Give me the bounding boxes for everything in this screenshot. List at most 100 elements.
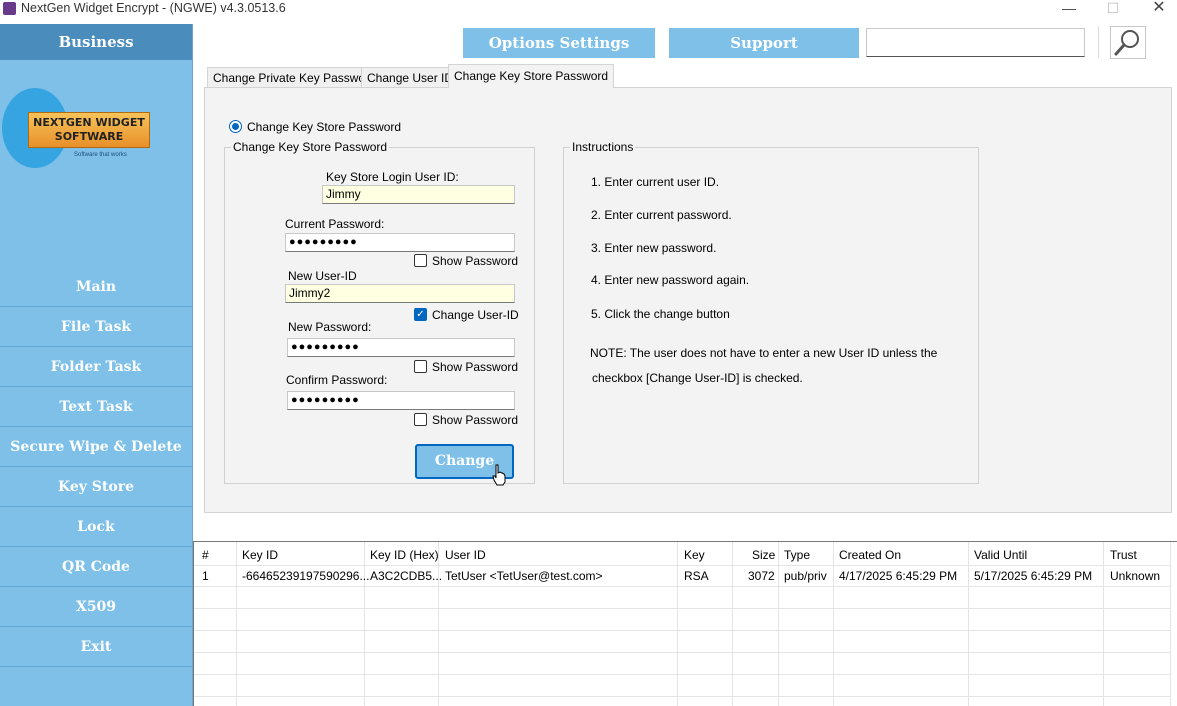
- sidebar-item-lock[interactable]: Lock: [0, 507, 192, 547]
- search-button[interactable]: [1110, 26, 1146, 59]
- logo-tagline: Software that works: [74, 152, 127, 158]
- instruction-line-3: 3. Enter new password.: [591, 241, 717, 255]
- table-cell-type[interactable]: pub/priv: [784, 569, 827, 583]
- radio-label: Change Key Store Password: [247, 120, 402, 134]
- table-cell-user-id[interactable]: TetUser <TetUser@test.com>: [445, 569, 603, 583]
- show-password-label-3: Show Password: [432, 413, 519, 427]
- col-header-valid-until[interactable]: Valid Until: [974, 548, 1027, 562]
- login-user-id-field[interactable]: Jimmy: [322, 185, 515, 204]
- confirm-password-label: Confirm Password:: [286, 373, 388, 387]
- instruction-line-2: 2. Enter current password.: [591, 208, 732, 222]
- row-divider: [194, 696, 1170, 697]
- instruction-line-5: 5. Click the change button: [591, 307, 730, 321]
- tab-change-private-key-password[interactable]: Change Private Key Password: [207, 67, 382, 88]
- search-input[interactable]: [866, 28, 1085, 57]
- sidebar-item-main[interactable]: Main: [0, 267, 192, 307]
- col-header-index[interactable]: #: [202, 548, 209, 562]
- col-divider: [778, 542, 779, 706]
- window-title: NextGen Widget Encrypt - (NGWE) v4.3.051…: [21, 1, 286, 15]
- table-cell-key-id[interactable]: -66465239197590296...: [242, 569, 369, 583]
- row-divider: [194, 608, 1170, 609]
- show-password-label-2: Show Password: [432, 360, 519, 374]
- title-bar: NextGen Widget Encrypt - (NGWE) v4.3.051…: [0, 0, 1177, 18]
- sidebar-item-secure-wipe[interactable]: Secure Wipe & Delete: [0, 427, 192, 467]
- tab-change-key-store-password[interactable]: Change Key Store Password: [448, 64, 615, 88]
- new-password-field[interactable]: ●●●●●●●●●: [287, 338, 515, 357]
- instruction-note-1: NOTE: The user does not have to enter a …: [590, 346, 938, 360]
- sidebar-item-exit[interactable]: Exit: [0, 627, 192, 667]
- col-divider: [364, 542, 365, 706]
- show-password-checkbox-2[interactable]: [414, 360, 427, 373]
- instruction-line-4: 4. Enter new password again.: [591, 273, 750, 287]
- instructions-title: Instructions: [570, 140, 636, 154]
- instruction-note-2: checkbox [Change User-ID] is checked.: [592, 371, 803, 385]
- login-user-id-label: Key Store Login User ID:: [326, 170, 459, 184]
- col-header-user-id[interactable]: User ID: [445, 548, 486, 562]
- sidebar-item-key-store[interactable]: Key Store: [0, 467, 192, 507]
- row-divider: [194, 652, 1170, 653]
- confirm-password-field[interactable]: ●●●●●●●●●: [287, 391, 515, 410]
- col-divider: [1170, 542, 1171, 706]
- col-divider: [1103, 542, 1104, 706]
- sidebar-item-x509[interactable]: X509: [0, 587, 192, 627]
- col-header-key-id[interactable]: Key ID: [242, 548, 278, 562]
- col-divider: [236, 542, 237, 706]
- table-cell-key[interactable]: RSA: [684, 569, 709, 583]
- sidebar-item-folder-task[interactable]: Folder Task: [0, 347, 192, 387]
- col-divider: [833, 542, 834, 706]
- new-user-id-field[interactable]: Jimmy2: [285, 284, 515, 303]
- change-key-store-password-radio[interactable]: [229, 120, 242, 133]
- options-settings-button[interactable]: Options Settings: [463, 28, 655, 58]
- tab-change-user-id[interactable]: Change User ID: [361, 67, 460, 88]
- topbar-divider: [1098, 26, 1099, 58]
- close-button[interactable]: ✕: [1137, 0, 1177, 18]
- show-password-checkbox-3[interactable]: [414, 413, 427, 426]
- col-divider: [732, 542, 733, 706]
- col-header-type[interactable]: Type: [784, 548, 810, 562]
- col-header-created-on[interactable]: Created On: [839, 548, 901, 562]
- instruction-line-1: 1. Enter current user ID.: [591, 175, 720, 189]
- new-password-label: New Password:: [288, 320, 372, 334]
- col-divider: [968, 542, 969, 706]
- app-icon: [3, 2, 16, 15]
- logo-plate: NEXTGEN WIDGET SOFTWARE: [28, 112, 150, 148]
- change-user-id-checkbox[interactable]: ✓: [414, 308, 427, 321]
- sidebar-item-text-task[interactable]: Text Task: [0, 387, 192, 427]
- sidebar-header-business[interactable]: Business: [0, 24, 192, 60]
- maximize-button[interactable]: ☐: [1091, 0, 1135, 18]
- row-divider: [194, 630, 1170, 631]
- logo-line-1: NEXTGEN WIDGET: [33, 116, 145, 129]
- new-user-id-label: New User-ID: [288, 269, 357, 283]
- current-password-label: Current Password:: [285, 217, 385, 231]
- change-user-id-label: Change User-ID: [432, 308, 519, 322]
- current-password-field[interactable]: ●●●●●●●●●: [285, 233, 515, 252]
- table-cell-trust[interactable]: Unknown: [1110, 569, 1160, 583]
- row-divider: [194, 674, 1170, 675]
- logo-line-2: SOFTWARE: [54, 130, 124, 143]
- support-button[interactable]: Support: [669, 28, 859, 58]
- minimize-button[interactable]: —: [1047, 0, 1091, 18]
- table-cell-key-id-hex[interactable]: A3C2CDB5...: [370, 569, 442, 583]
- search-icon: [1114, 30, 1139, 56]
- table-cell-size[interactable]: 3072: [748, 569, 775, 583]
- table-cell-created-on[interactable]: 4/17/2025 6:45:29 PM: [839, 569, 957, 583]
- col-header-key-id-hex[interactable]: Key ID (Hex): [370, 548, 439, 562]
- table-cell-index[interactable]: 1: [202, 569, 209, 583]
- row-divider: [194, 586, 1170, 587]
- show-password-checkbox-1[interactable]: [414, 254, 427, 267]
- sidebar-item-qr-code[interactable]: QR Code: [0, 547, 192, 587]
- group-title: Change Key Store Password: [231, 140, 390, 154]
- col-header-trust[interactable]: Trust: [1110, 548, 1137, 562]
- col-divider: [438, 542, 439, 706]
- col-header-size[interactable]: Size: [752, 548, 775, 562]
- show-password-label-1: Show Password: [432, 254, 519, 268]
- table-cell-valid-until[interactable]: 5/17/2025 6:45:29 PM: [974, 569, 1092, 583]
- sidebar: Business NEXTGEN WIDGET SOFTWARE Softwar…: [0, 24, 192, 706]
- company-logo: NEXTGEN WIDGET SOFTWARE Software that wo…: [2, 88, 152, 170]
- row-divider: [194, 565, 1170, 566]
- sidebar-item-file-task[interactable]: File Task: [0, 307, 192, 347]
- hand-cursor-icon: [492, 464, 506, 486]
- key-table[interactable]: # Key ID Key ID (Hex) User ID Key Size T…: [193, 541, 1177, 706]
- col-header-key[interactable]: Key: [684, 548, 705, 562]
- col-divider: [677, 542, 678, 706]
